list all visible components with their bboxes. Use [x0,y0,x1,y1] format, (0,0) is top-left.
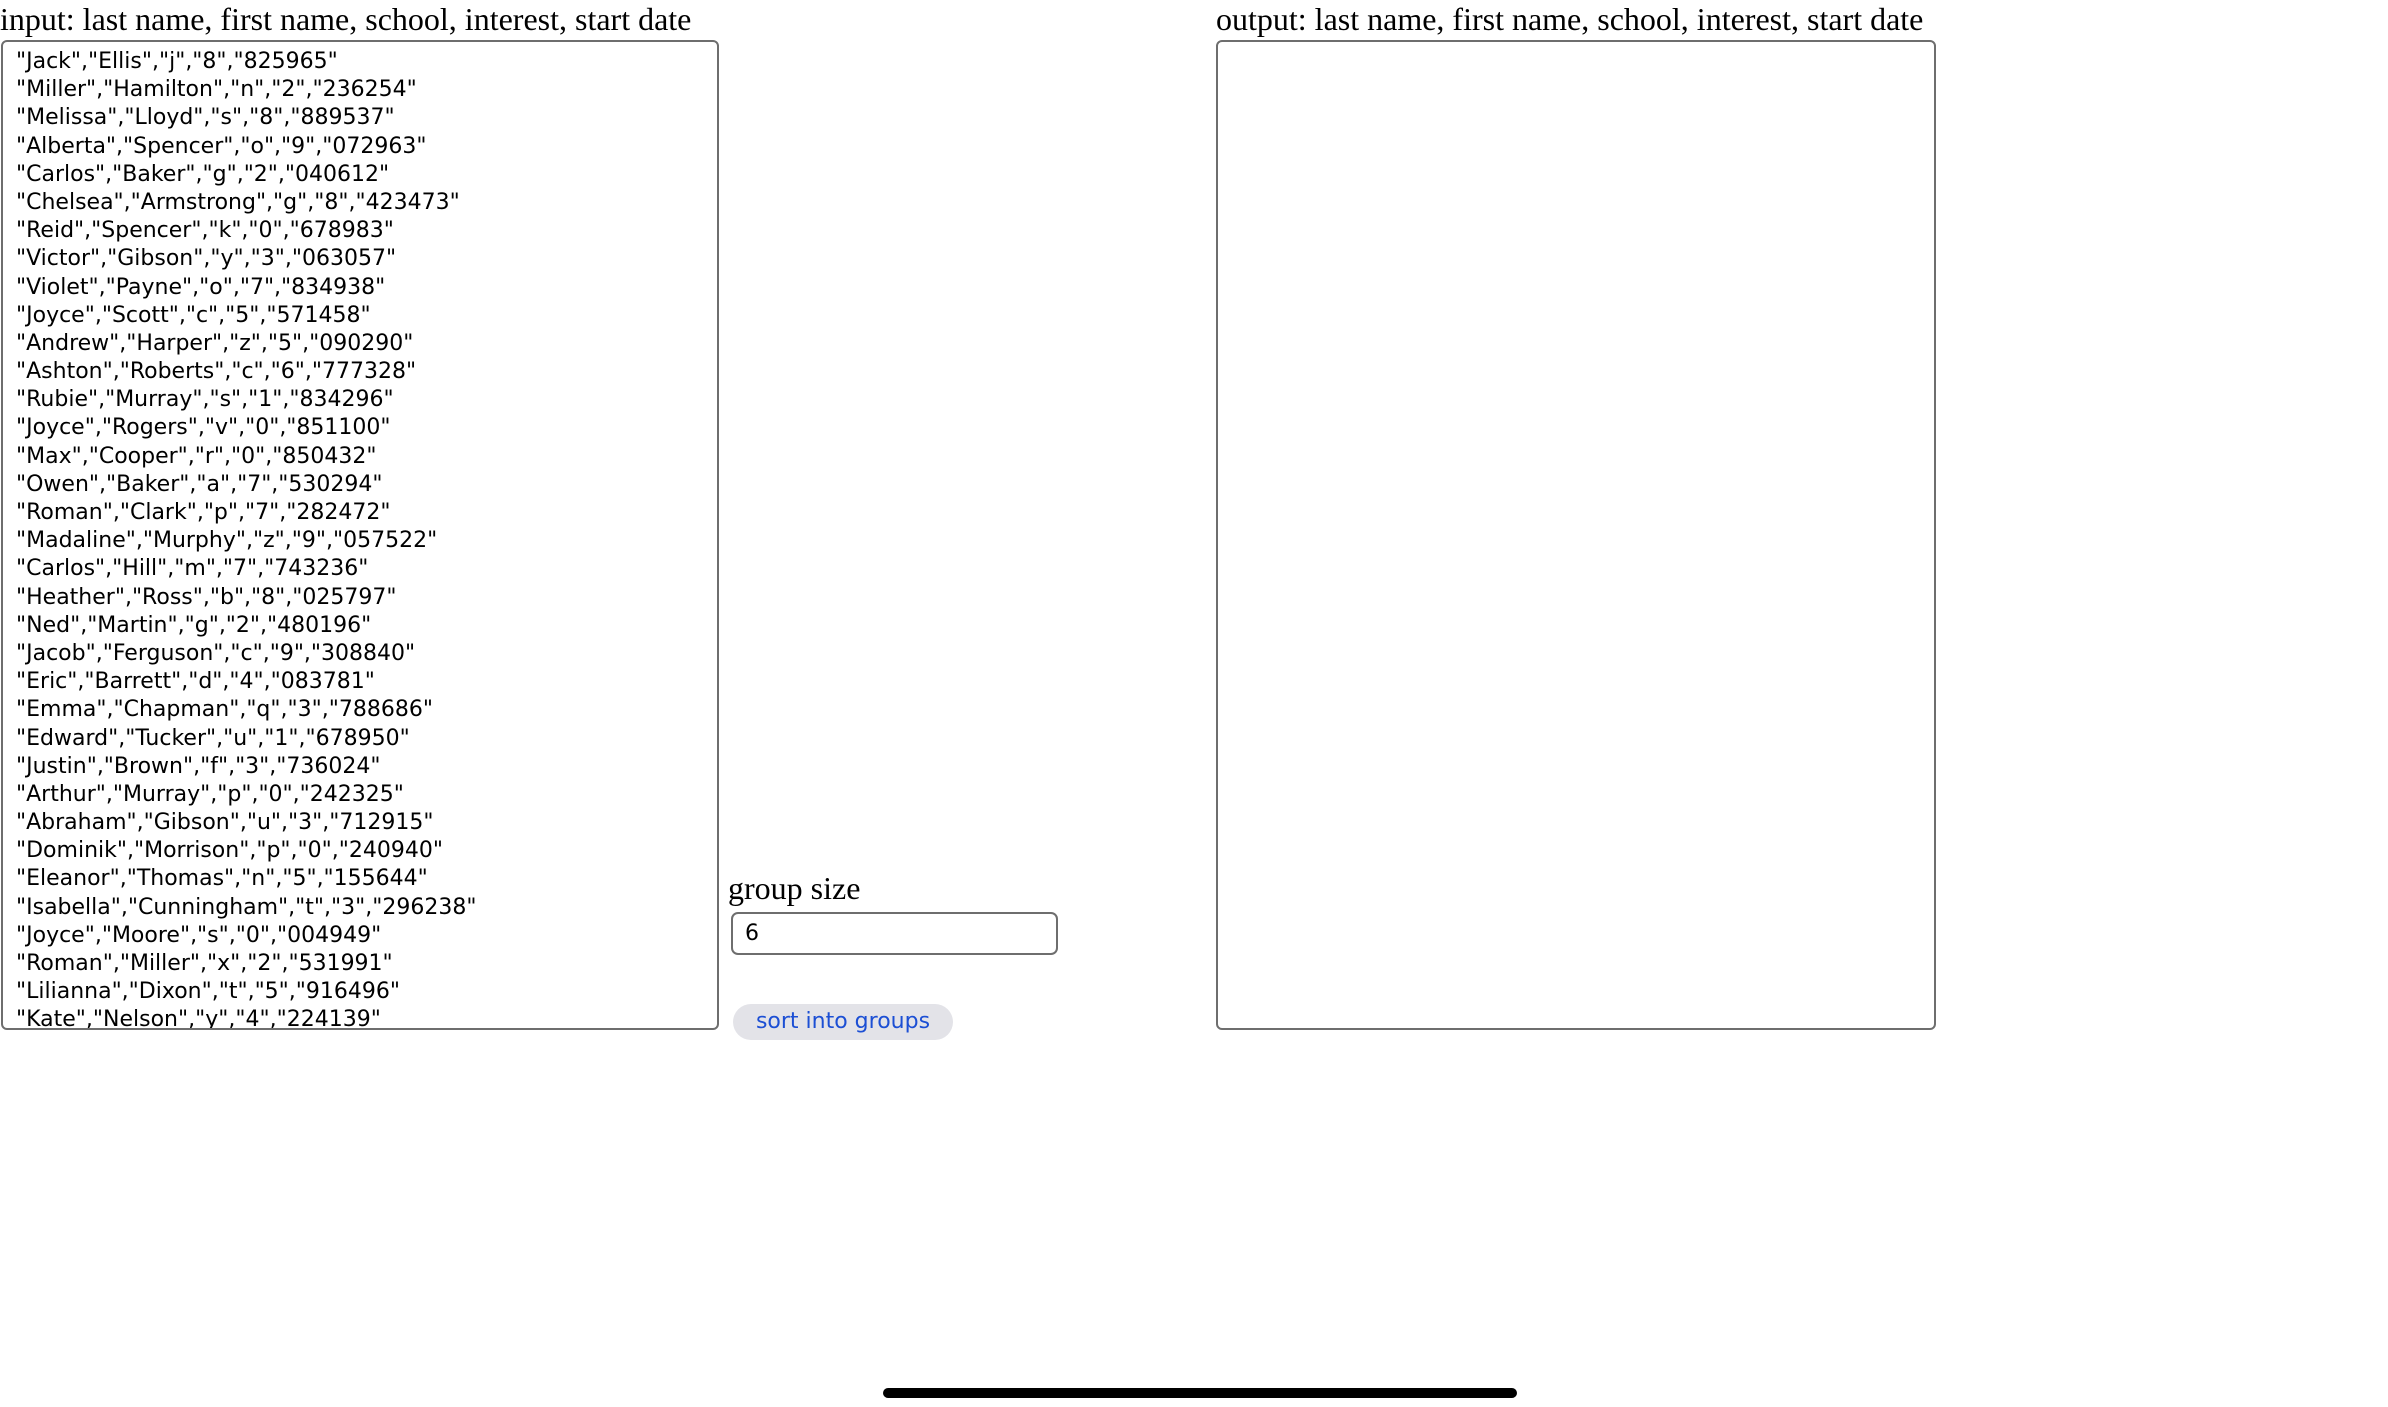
input-row: "Isabella","Cunningham","t","3","296238" [16,894,477,920]
input-label: input: last name, first name, school, in… [0,1,692,37]
input-row: "Joyce","Moore","s","0","004949" [16,922,382,948]
input-row: "Joyce","Rogers","v","0","851100" [16,415,391,441]
input-row: "Eleanor","Thomas","n","5","155644" [16,866,428,892]
input-row: "Arthur","Murray","p","0","242325" [16,781,404,807]
input-row: "Kate","Nelson","y","4","224139" [16,1007,381,1030]
sort-into-groups-button[interactable]: sort into groups [733,1004,953,1040]
output-textarea[interactable] [1216,40,1936,1030]
input-textarea[interactable]: "Jack","Ellis","j","8","825965" "Miller",… [1,40,719,1030]
input-row: "Roman","Miller","x","2","531991" [16,951,393,976]
input-rows-list: "Jack","Ellis","j","8","825965" "Miller",… [16,48,707,1030]
group-size-label: group size [728,870,861,906]
group-size-input[interactable]: 6 [731,912,1058,955]
input-row: "Heather","Ross","b","8","025797" [16,584,397,610]
input-row: "Emma","Chapman","q","3","788686" [16,697,433,723]
input-row: "Victor","Gibson","y","3","063057" [16,246,397,272]
input-row: "Reid","Spencer","k","0","678983" [16,218,394,244]
input-row: "Joyce","Scott","c","5","571458" [16,302,371,328]
output-label: output: last name, first name, school, i… [1216,1,1924,37]
input-row: "Eric","Barrett","d","4","083781" [16,669,375,695]
input-row: "Roman","Clark","p","7","282472" [16,500,391,525]
input-row: "Miller","Hamilton","n","2","236254" [16,77,417,103]
input-row: "Carlos","Hill","m","7","743236" [16,556,369,582]
input-row: "Carlos","Baker","g","2","040612" [16,161,390,187]
input-row: "Alberta","Spencer","o","9","072963" [16,133,427,159]
home-indicator[interactable] [883,1388,1517,1398]
input-row: "Andrew","Harper","z","5","090290" [16,330,414,356]
input-row: "Justin","Brown","f","3","736024" [16,753,381,779]
input-row: "Lilianna","Dixon","t","5","916496" [16,979,401,1005]
input-row: "Max","Cooper","r","0","850432" [16,443,377,469]
input-row: "Dominik","Morrison","p","0","240940" [16,838,443,864]
input-row: "Owen","Baker","a","7","530294" [16,471,383,497]
input-row: "Ned","Martin","g","2","480196" [16,612,372,638]
input-row: "Abraham","Gibson","u","3","712915" [16,810,434,836]
input-row: "Jack","Ellis","j","8","825965" [16,49,338,74]
input-row: "Edward","Tucker","u","1","678950" [16,725,410,751]
input-row: "Violet","Payne","o","7","834938" [16,274,386,300]
input-row: "Melissa","Lloyd","s","8","889537" [16,105,395,131]
input-row: "Chelsea","Armstrong","g","8","423473" [16,189,460,215]
input-row: "Jacob","Ferguson","c","9","308840" [16,640,416,666]
input-row: "Rubie","Murray","s","1","834296" [16,387,394,413]
input-row: "Madaline","Murphy","z","9","057522" [16,528,438,554]
input-row: "Ashton","Roberts","c","6","777328" [16,359,417,385]
